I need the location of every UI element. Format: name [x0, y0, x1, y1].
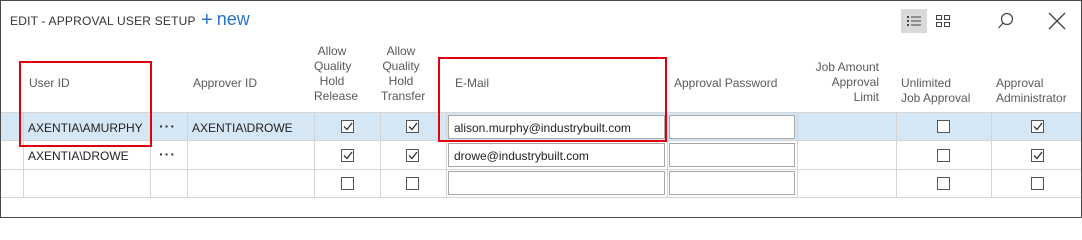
- unlimited-job-approval-checkbox[interactable]: [937, 120, 950, 133]
- approval-administrator-checkbox[interactable]: [1031, 177, 1044, 190]
- header-line: Administrator: [996, 91, 1067, 105]
- approval-administrator-checkbox[interactable]: [1031, 120, 1044, 133]
- grid-line: [1, 197, 1081, 198]
- col-header-approval-administrator[interactable]: Approval Administrator: [996, 76, 1067, 106]
- grid-line: [380, 112, 381, 197]
- grid-line: [991, 112, 992, 197]
- col-header-unlimited-job-approval[interactable]: Unlimited Job Approval: [901, 76, 970, 106]
- allow-transfer-checkbox[interactable]: [406, 149, 419, 162]
- user-id-highlight-box: [19, 61, 152, 147]
- approval-administrator-checkbox[interactable]: [1031, 149, 1044, 162]
- search-icon[interactable]: [993, 9, 1019, 33]
- header-line: Allow: [317, 44, 347, 58]
- header-line: Approval: [831, 75, 879, 89]
- allow-transfer-checkbox[interactable]: [406, 177, 419, 190]
- grid-line: [896, 112, 897, 197]
- grid-line: [667, 112, 668, 197]
- unlimited-job-approval-checkbox[interactable]: [937, 149, 950, 162]
- col-header-allow-qh-release[interactable]: Allow Quality Hold Release: [314, 44, 359, 104]
- header-line: Hold: [319, 74, 345, 88]
- allow-release-checkbox[interactable]: [341, 120, 354, 133]
- allow-release-checkbox[interactable]: [341, 149, 354, 162]
- col-header-allow-qh-transfer[interactable]: Allow Quality Hold Transfer: [381, 44, 426, 104]
- header-line: Job Amount: [815, 60, 879, 74]
- header-line: Allow: [386, 44, 416, 58]
- approval-password-field[interactable]: [669, 171, 795, 195]
- email-field[interactable]: [448, 171, 665, 195]
- email-highlight-box: [438, 57, 667, 142]
- list-view-icon[interactable]: [901, 9, 927, 33]
- more-options-button[interactable]: ···: [159, 146, 176, 162]
- user-id-cell[interactable]: AXENTIA\DROWE: [28, 149, 129, 163]
- header-line: Approval: [996, 76, 1044, 90]
- close-icon[interactable]: [1044, 9, 1070, 33]
- col-header-approver-id[interactable]: Approver ID: [193, 76, 257, 91]
- allow-transfer-checkbox[interactable]: [406, 120, 419, 133]
- tile-view-icon[interactable]: [930, 9, 956, 33]
- plus-icon: +: [201, 8, 213, 31]
- grid-line: [187, 112, 188, 197]
- header-line: Quality: [314, 59, 352, 73]
- header-line: Transfer: [381, 89, 426, 103]
- col-header-job-amount-limit[interactable]: Job Amount Approval Limit: [797, 60, 879, 105]
- unlimited-job-approval-checkbox[interactable]: [937, 177, 950, 190]
- email-field[interactable]: drowe@industrybuilt.com: [448, 143, 665, 167]
- page-title: EDIT - APPROVAL USER SETUP: [10, 14, 196, 28]
- more-options-button[interactable]: ···: [159, 118, 176, 134]
- header-line: Unlimited: [901, 76, 952, 90]
- approval-password-field[interactable]: [669, 115, 795, 139]
- header-line: Release: [314, 89, 359, 103]
- header-line: Hold: [388, 74, 414, 88]
- col-header-approval-password[interactable]: Approval Password: [674, 76, 777, 91]
- new-label: new: [216, 9, 250, 29]
- grid-line: [314, 112, 315, 197]
- header-line: Limit: [853, 90, 879, 104]
- approval-password-field[interactable]: [669, 143, 795, 167]
- new-button[interactable]: + new: [201, 9, 250, 30]
- grid-line: [1, 169, 1081, 170]
- page-frame: EDIT - APPROVAL USER SETUP + new User ID…: [0, 0, 1082, 218]
- header-line: Quality: [382, 59, 420, 73]
- allow-release-checkbox[interactable]: [341, 177, 354, 190]
- header-line: Job Approval: [901, 91, 971, 105]
- approver-id-cell[interactable]: AXENTIA\DROWE: [192, 121, 293, 135]
- grid-line: [797, 112, 798, 197]
